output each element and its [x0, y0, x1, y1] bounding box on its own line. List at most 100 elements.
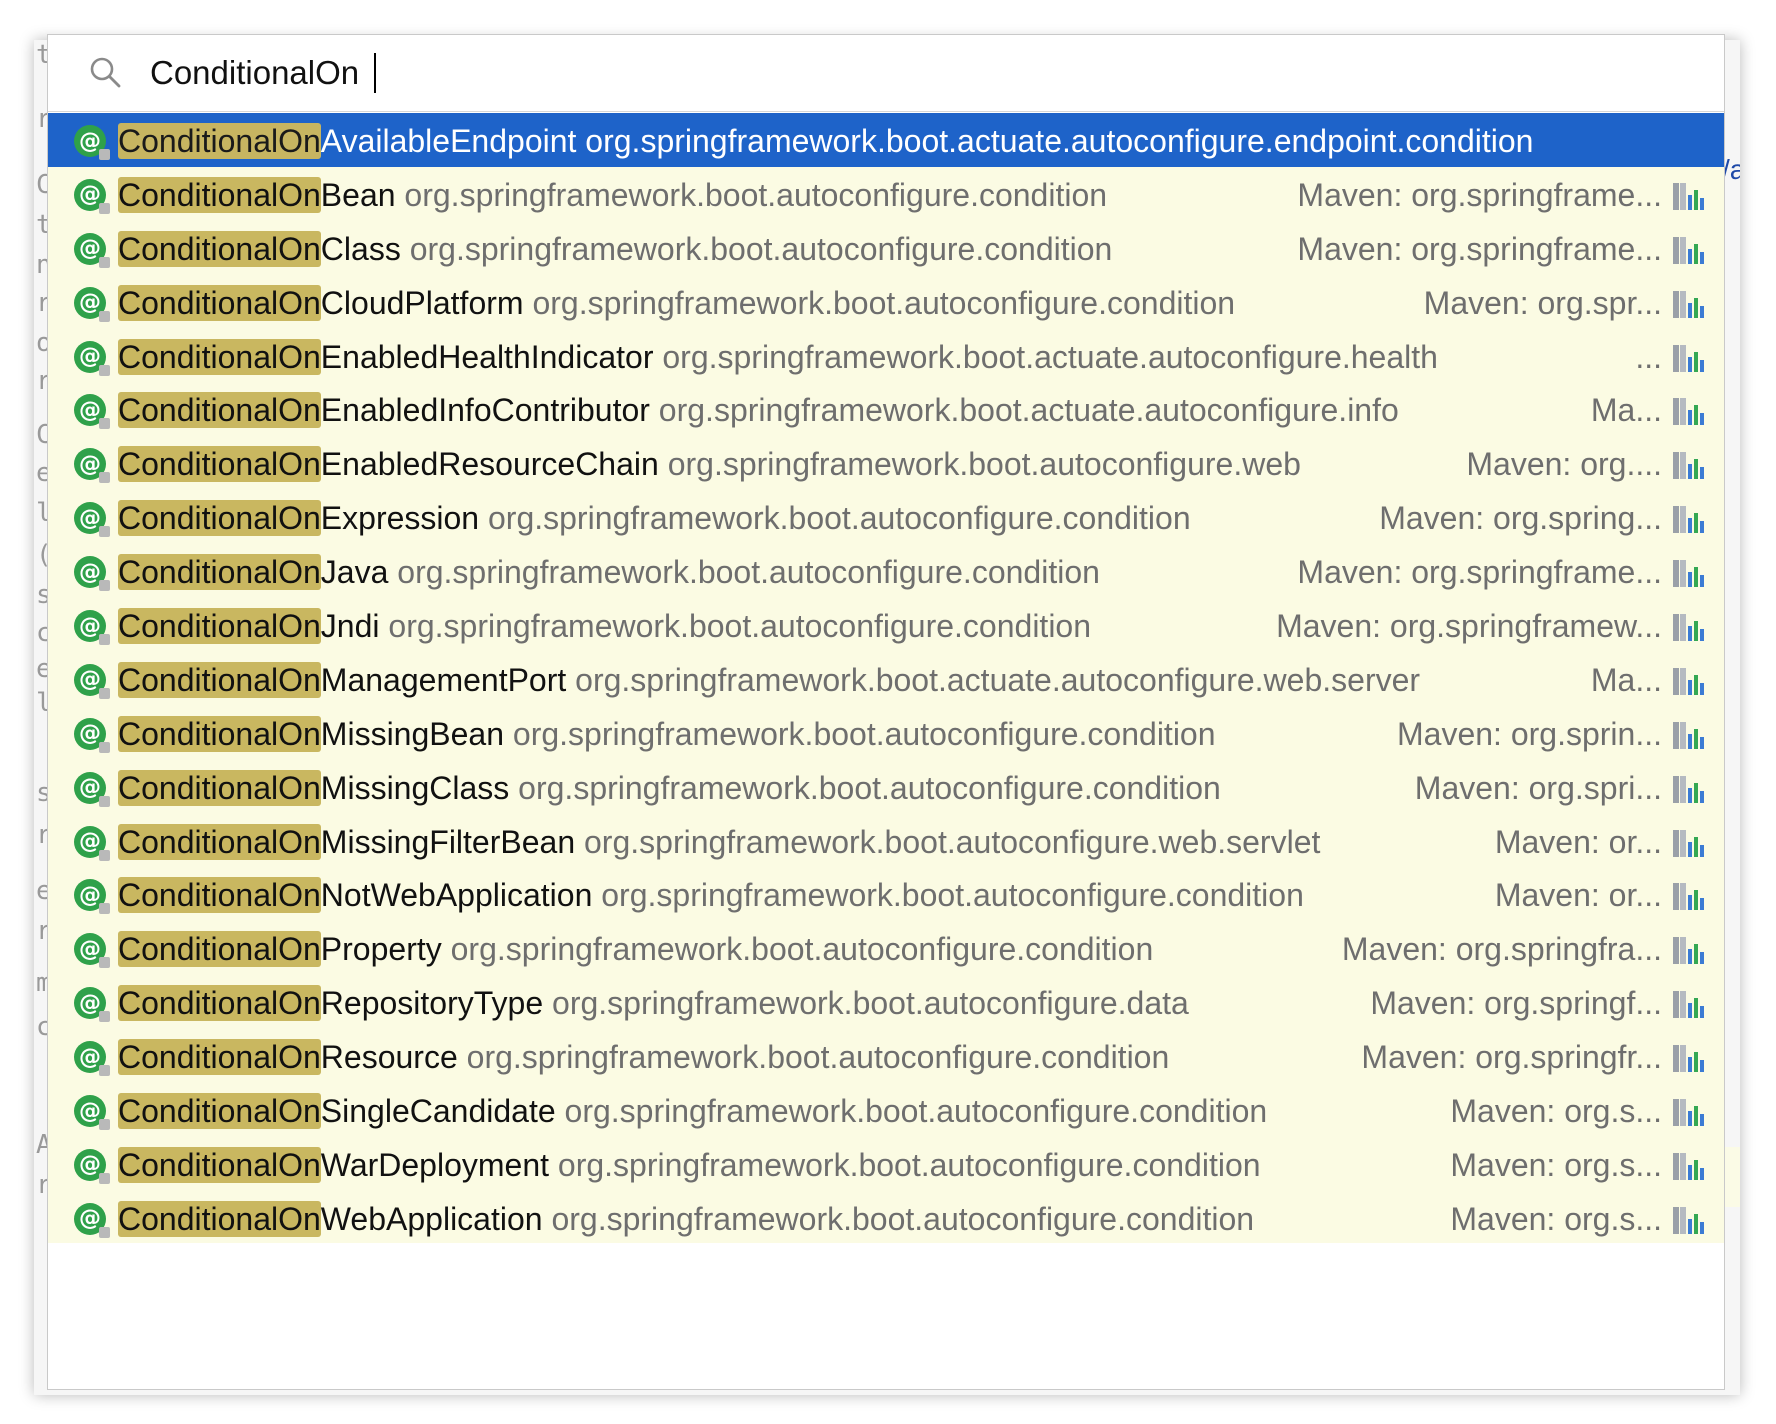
library-location: Maven: or...	[1494, 877, 1662, 914]
lock-overlay-icon	[99, 256, 110, 268]
result-label: ConditionalOnEnabledInfoContributor org.…	[118, 390, 1399, 430]
library-location: Maven: org.spring...	[1379, 500, 1662, 537]
library-location: Maven: org.s...	[1450, 1146, 1662, 1183]
text-caret	[374, 53, 376, 93]
result-row[interactable]: @ ConditionalOnManagementPort org.springf…	[48, 652, 1724, 706]
class-name-rest: MissingBean	[320, 715, 504, 752]
result-row[interactable]: @ ConditionalOnClass org.springframework.…	[48, 221, 1724, 275]
package-name: org.springframework.boot.actuate.autocon…	[662, 338, 1438, 375]
library-location: Ma...	[1590, 392, 1662, 429]
class-name-rest: WebApplication	[320, 1200, 543, 1237]
result-row[interactable]: @ ConditionalOnMissingClass org.springfra…	[48, 760, 1724, 814]
result-label: ConditionalOnSingleCandidate org.springf…	[118, 1091, 1267, 1131]
library-location: Maven: org.springframe...	[1297, 176, 1662, 213]
result-row[interactable]: @ ConditionalOnRepositoryType org.springf…	[48, 975, 1724, 1029]
result-row[interactable]: @ ConditionalOnResource org.springframewo…	[48, 1029, 1724, 1083]
match-highlight: ConditionalOn	[118, 392, 321, 429]
package-name: org.springframework.boot.autoconfigure.w…	[667, 446, 1301, 483]
result-row-selected[interactable]: @ ConditionalOnAvailableEndpoint org.spri…	[48, 113, 1724, 167]
package-name: org.springframework.boot.autoconfigure.c…	[397, 554, 1100, 591]
package-name: org.springframework.boot.autoconfigure.c…	[388, 608, 1092, 645]
library-icon	[1673, 398, 1704, 426]
library-location: Maven: org.springframew...	[1276, 608, 1662, 645]
result-row[interactable]: @ ConditionalOnMissingFilterBean org.spri…	[48, 814, 1724, 868]
library-icon	[1673, 290, 1704, 318]
annotation-icon: @	[74, 771, 110, 807]
lock-overlay-icon	[99, 1065, 110, 1077]
result-row[interactable]: @ ConditionalOnNotWebApplication org.spri…	[48, 867, 1724, 921]
lock-overlay-icon	[99, 687, 110, 699]
match-highlight: ConditionalOn	[118, 500, 321, 537]
library-icon	[1673, 614, 1704, 642]
class-name-rest: ManagementPort	[320, 661, 567, 698]
lock-overlay-icon	[99, 310, 110, 322]
lock-overlay-icon	[99, 149, 110, 160]
result-row[interactable]: @ ConditionalOnMissingBean org.springfram…	[48, 706, 1724, 760]
result-label: ConditionalOnMissingClass org.springfram…	[118, 768, 1221, 808]
package-name: org.springframework.boot.autoconfigure.c…	[450, 931, 1154, 968]
lock-overlay-icon	[99, 1011, 110, 1023]
annotation-icon: @	[74, 394, 110, 430]
result-row[interactable]: @ ConditionalOnExpression org.springframe…	[48, 490, 1724, 544]
class-name-rest: AvailableEndpoint	[320, 123, 577, 159]
match-highlight: ConditionalOn	[118, 877, 321, 914]
result-row[interactable]: @ ConditionalOnJava org.springframework.b…	[48, 544, 1724, 598]
result-label: ConditionalOnJava org.springframework.bo…	[118, 552, 1100, 592]
library-location: Maven: org.sprin...	[1397, 715, 1662, 752]
result-row[interactable]: @ ConditionalOnProperty org.springframewo…	[48, 921, 1724, 975]
library-icon	[1673, 721, 1704, 749]
library-location: Maven: org.springframe...	[1297, 230, 1662, 267]
result-row[interactable]: @ ConditionalOnEnabledHealthIndicator org…	[48, 329, 1724, 383]
class-name-rest: Bean	[320, 176, 396, 213]
result-label: ConditionalOnEnabledHealthIndicator org.…	[118, 337, 1438, 377]
result-row[interactable]: @ ConditionalOnSingleCandidate org.spring…	[48, 1083, 1724, 1137]
result-row[interactable]: @ ConditionalOnCloudPlatform org.springfr…	[48, 275, 1724, 329]
result-row[interactable]: @ ConditionalOnWarDeployment org.springfr…	[48, 1137, 1724, 1191]
result-label: ConditionalOnMissingFilterBean org.sprin…	[118, 822, 1320, 862]
results-list[interactable]: @ ConditionalOnAvailableEndpoint org.spri…	[48, 113, 1724, 1243]
class-name-rest: Jndi	[320, 608, 380, 645]
annotation-icon: @	[74, 879, 110, 915]
package-name: org.springframework.boot.autoconfigure.c…	[487, 500, 1191, 537]
result-row[interactable]: @ ConditionalOnEnabledResourceChain org.s…	[48, 436, 1724, 490]
annotation-icon: @	[74, 663, 110, 699]
lock-overlay-icon	[99, 849, 110, 861]
library-icon	[1673, 883, 1704, 911]
class-name-rest: Resource	[320, 1039, 458, 1076]
result-row[interactable]: @ ConditionalOnJndi org.springframework.b…	[48, 598, 1724, 652]
result-label: ConditionalOnCloudPlatform org.springfra…	[118, 283, 1235, 323]
result-label: ConditionalOnNotWebApplication org.sprin…	[118, 875, 1304, 915]
result-label: ConditionalOnProperty org.springframewor…	[118, 929, 1153, 969]
lock-overlay-icon	[99, 957, 110, 969]
result-label: ConditionalOnWebApplication org.springfr…	[118, 1199, 1254, 1239]
library-location: ...	[1635, 338, 1662, 375]
package-name: org.springframework.boot.autoconfigure.c…	[601, 877, 1304, 914]
match-highlight: ConditionalOn	[118, 338, 321, 375]
class-name-rest: CloudPlatform	[320, 284, 524, 321]
library-location: Ma...	[1590, 661, 1662, 698]
library-location: Maven: org.spri...	[1414, 769, 1662, 806]
popup-empty-area	[48, 1243, 1724, 1389]
lock-overlay-icon	[99, 202, 110, 214]
class-name-rest: Class	[320, 230, 401, 267]
package-name: org.springframework.boot.actuate.autocon…	[575, 661, 1421, 698]
lock-overlay-icon	[99, 795, 110, 807]
package-name: org.springframework.boot.autoconfigure.c…	[466, 1039, 1170, 1076]
annotation-icon: @	[74, 933, 110, 969]
lock-overlay-icon	[99, 526, 110, 538]
result-row[interactable]: @ ConditionalOnEnabledInfoContributor org…	[48, 382, 1724, 436]
result-row[interactable]: @ ConditionalOnWebApplication org.springf…	[48, 1191, 1724, 1245]
class-search-popup: @ConditionalOnAvailableEndpoint org.spri…	[47, 34, 1725, 1390]
package-name: org.springframework.boot.actuate.autocon…	[658, 392, 1399, 429]
result-row[interactable]: @ ConditionalOnBean org.springframework.b…	[48, 167, 1724, 221]
lock-overlay-icon	[99, 634, 110, 646]
package-name: org.springframework.boot.autoconfigure.c…	[564, 1093, 1268, 1130]
